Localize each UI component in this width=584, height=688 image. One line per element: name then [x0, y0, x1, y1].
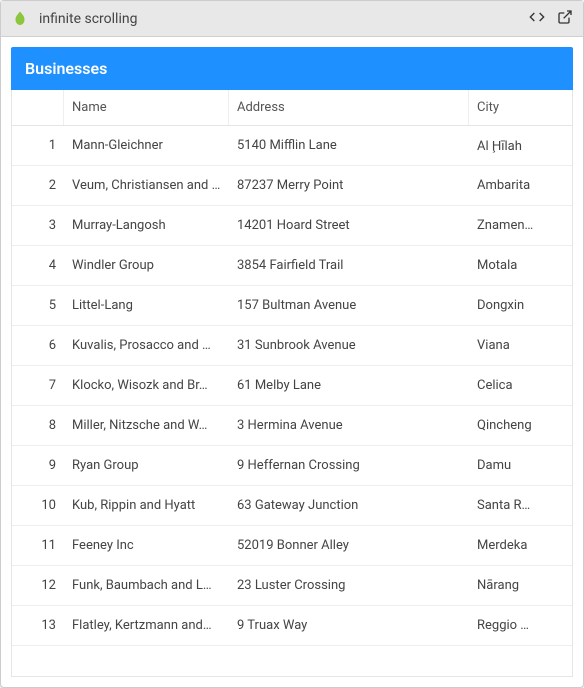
- cell-name: Kuvalis, Prosacco and …: [64, 338, 229, 353]
- table-row[interactable]: 13Flatley, Kertzmann and…9 Truax WayRegg…: [12, 606, 572, 646]
- table-row[interactable]: 6Kuvalis, Prosacco and …31 Sunbrook Aven…: [12, 326, 572, 366]
- column-header-city[interactable]: City: [469, 90, 549, 125]
- table-row[interactable]: 10Kub, Rippin and Hyatt63 Gateway Juncti…: [12, 486, 572, 526]
- table-row[interactable]: 1Mann-Gleichner5140 Mifflin LaneAl Ḩīlah: [12, 126, 572, 166]
- cell-name: Feeney Inc: [64, 538, 229, 553]
- table-row[interactable]: 5Littel-Lang157 Bultman AvenueDongxin: [12, 286, 572, 326]
- cell-name: Kub, Rippin and Hyatt: [64, 498, 229, 513]
- table-row[interactable]: 8Miller, Nitzsche and W…3 Hermina Avenue…: [12, 406, 572, 446]
- cell-name: Murray-Langosh: [64, 218, 229, 233]
- cell-city: Merdeka: [469, 538, 549, 553]
- cell-address: 63 Gateway Junction: [229, 498, 469, 513]
- cell-index: 5: [12, 298, 64, 313]
- cell-city: Znamen…: [469, 218, 549, 233]
- cell-address: 31 Sunbrook Avenue: [229, 338, 469, 353]
- grid: Name Address City 1Mann-Gleichner5140 Mi…: [11, 90, 573, 677]
- cell-name: Windler Group: [64, 258, 229, 273]
- cell-name: Flatley, Kertzmann and…: [64, 618, 229, 633]
- cell-address: 61 Melby Lane: [229, 378, 469, 393]
- cell-city: Damu: [469, 458, 549, 473]
- cell-address: 9 Heffernan Crossing: [229, 458, 469, 473]
- cell-index: 3: [12, 218, 64, 233]
- table-row[interactable]: 9Ryan Group9 Heffernan CrossingDamu: [12, 446, 572, 486]
- cell-city: Viana: [469, 338, 549, 353]
- cell-address: 14201 Hoard Street: [229, 218, 469, 233]
- cell-name: Littel-Lang: [64, 298, 229, 313]
- titlebar-actions: [529, 9, 573, 29]
- cell-name: Mann-Gleichner: [64, 138, 229, 153]
- cell-address: 52019 Bonner Alley: [229, 538, 469, 553]
- cell-address: 9 Truax Way: [229, 618, 469, 633]
- cell-city: Ambarita: [469, 178, 549, 193]
- code-icon[interactable]: [529, 9, 545, 29]
- cell-index: 8: [12, 418, 64, 433]
- cell-index: 6: [12, 338, 64, 353]
- cell-index: 9: [12, 458, 64, 473]
- column-header-index[interactable]: [12, 90, 64, 125]
- cell-index: 11: [12, 538, 64, 553]
- cell-city: Nārang: [469, 578, 549, 593]
- table-row[interactable]: 2Veum, Christiansen and …87237 Merry Poi…: [12, 166, 572, 206]
- grid-body[interactable]: 1Mann-Gleichner5140 Mifflin LaneAl Ḩīlah…: [12, 126, 572, 676]
- column-header-address[interactable]: Address: [229, 90, 469, 125]
- table-row[interactable]: 4Windler Group3854 Fairfield TrailMotala: [12, 246, 572, 286]
- cell-city: Motala: [469, 258, 549, 273]
- column-header-name[interactable]: Name: [64, 90, 229, 125]
- cell-index: 10: [12, 498, 64, 513]
- table-row[interactable]: 12Funk, Baumbach and L…23 Luster Crossin…: [12, 566, 572, 606]
- sencha-icon: [11, 10, 29, 28]
- cell-name: Funk, Baumbach and L…: [64, 578, 229, 593]
- cell-address: 23 Luster Crossing: [229, 578, 469, 593]
- cell-index: 2: [12, 178, 64, 193]
- cell-name: Miller, Nitzsche and W…: [64, 418, 229, 433]
- table-row[interactable]: 3Murray-Langosh14201 Hoard StreetZnamen…: [12, 206, 572, 246]
- content: Businesses Name Address City 1Mann-Gleic…: [1, 37, 583, 687]
- window: infinite scrolling Businesses Name Addre…: [0, 0, 584, 688]
- cell-address: 3 Hermina Avenue: [229, 418, 469, 433]
- table-row[interactable]: 11Feeney Inc52019 Bonner AlleyMerdeka: [12, 526, 572, 566]
- cell-index: 4: [12, 258, 64, 273]
- cell-address: 5140 Mifflin Lane: [229, 138, 469, 153]
- window-title: infinite scrolling: [39, 11, 529, 27]
- cell-name: Ryan Group: [64, 458, 229, 473]
- table-row[interactable]: 7Klocko, Wisozk and Br…61 Melby LaneCeli…: [12, 366, 572, 406]
- panel-header: Businesses: [11, 47, 573, 90]
- cell-index: 13: [12, 618, 64, 633]
- open-external-icon[interactable]: [557, 9, 573, 29]
- cell-address: 87237 Merry Point: [229, 178, 469, 193]
- cell-city: Dongxin: [469, 298, 549, 313]
- cell-city: Qincheng: [469, 418, 549, 433]
- cell-index: 7: [12, 378, 64, 393]
- cell-city: Celica: [469, 378, 549, 393]
- cell-index: 1: [12, 138, 64, 153]
- cell-name: Klocko, Wisozk and Br…: [64, 378, 229, 393]
- cell-city: Reggio …: [469, 618, 549, 633]
- cell-city: Santa R…: [469, 498, 549, 513]
- cell-name: Veum, Christiansen and …: [64, 178, 229, 193]
- cell-index: 12: [12, 578, 64, 593]
- cell-address: 3854 Fairfield Trail: [229, 258, 469, 273]
- cell-city: Al Ḩīlah: [469, 138, 549, 154]
- titlebar: infinite scrolling: [1, 1, 583, 37]
- grid-header-row: Name Address City: [12, 90, 572, 126]
- cell-address: 157 Bultman Avenue: [229, 298, 469, 313]
